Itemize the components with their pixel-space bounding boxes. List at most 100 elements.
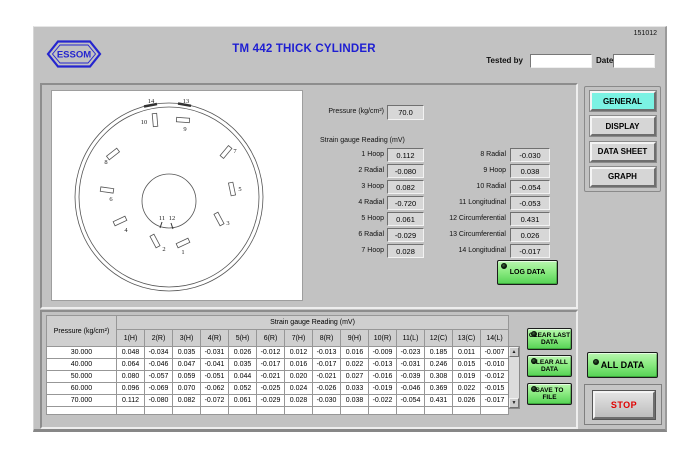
pressure-value: 70.0 xyxy=(387,105,424,120)
log-data-label: LOG DATA xyxy=(510,269,546,276)
table-row: 40.0000.064-0.0460.047-0.0410.035-0.0170… xyxy=(47,359,509,371)
gauge-label-5: 5 xyxy=(238,186,241,193)
empty-cell xyxy=(453,407,481,415)
value-cell: -0.019 xyxy=(369,383,397,395)
value-cell: -0.025 xyxy=(257,383,285,395)
value-cell: 0.246 xyxy=(425,359,453,371)
nav-button-graph[interactable]: GRAPH xyxy=(590,167,656,187)
strain-section-title: Strain gauge Reading (mV) xyxy=(320,137,405,144)
column-header: 3(H) xyxy=(173,330,201,347)
table-row: 30.0000.048-0.0340.035-0.0310.026-0.0120… xyxy=(47,347,509,359)
scroll-down-button[interactable]: ▼ xyxy=(509,398,519,408)
log-data-led-icon xyxy=(501,263,507,269)
date-input[interactable] xyxy=(613,54,655,68)
gauge-label-8: 8 xyxy=(104,159,107,166)
value-cell: 0.020 xyxy=(285,371,313,383)
value-cell: 0.044 xyxy=(229,371,257,383)
empty-cell xyxy=(285,407,313,415)
value-cell: -0.016 xyxy=(369,371,397,383)
reading-label: 7 Hoop xyxy=(280,247,384,259)
value-cell: 0.082 xyxy=(173,395,201,407)
table-empty-row xyxy=(47,407,509,415)
value-cell: 0.022 xyxy=(341,359,369,371)
value-cell: -0.022 xyxy=(369,395,397,407)
empty-cell xyxy=(369,407,397,415)
reading-value: -0.030 xyxy=(510,148,550,162)
value-cell: -0.039 xyxy=(397,371,425,383)
reading-label: 4 Radial xyxy=(280,199,384,211)
tested-by-input[interactable] xyxy=(530,54,592,68)
reading-label: 9 Hoop xyxy=(382,167,506,179)
reading-label: 3 Hoop xyxy=(280,183,384,195)
all-data-button[interactable]: ALL DATA xyxy=(587,352,658,378)
column-header: 1(H) xyxy=(117,330,145,347)
stop-button[interactable]: STOP xyxy=(593,391,655,419)
reading-label: 11 Longitudinal xyxy=(382,199,506,211)
pressure-column-header: Pressure (kg/cm²) xyxy=(47,316,117,347)
value-cell: -0.012 xyxy=(257,347,285,359)
reading-label: 1 Hoop xyxy=(280,151,384,163)
table-row: 50.0000.080-0.0570.059-0.0510.044-0.0210… xyxy=(47,371,509,383)
value-cell: -0.046 xyxy=(397,383,425,395)
value-cell: -0.013 xyxy=(313,347,341,359)
empty-cell xyxy=(425,407,453,415)
column-header: 7(H) xyxy=(285,330,313,347)
pressure-cell: 40.000 xyxy=(47,359,117,371)
empty-cell xyxy=(117,407,145,415)
value-cell: 0.064 xyxy=(117,359,145,371)
cylinder-diagram-svg: 1234567891011121314 xyxy=(52,91,302,300)
tested-by-label: Tested by xyxy=(471,56,523,65)
clear-last-data-led-icon xyxy=(531,331,537,337)
pressure-cell: 30.000 xyxy=(47,347,117,359)
value-cell: -0.013 xyxy=(369,359,397,371)
value-cell: -0.041 xyxy=(201,359,229,371)
gauge-label-9: 9 xyxy=(183,126,186,133)
gauge-label-11: 11 xyxy=(159,215,165,222)
column-header: 12(C) xyxy=(425,330,453,347)
nav-button-display[interactable]: DISPLAY xyxy=(590,116,656,136)
value-cell: -0.007 xyxy=(481,347,509,359)
date-label: Date xyxy=(596,56,614,65)
empty-cell xyxy=(481,407,509,415)
value-cell: 0.033 xyxy=(341,383,369,395)
gauge-label-14: 14 xyxy=(148,98,155,105)
all-data-label: ALL DATA xyxy=(601,360,645,370)
value-cell: 0.080 xyxy=(117,371,145,383)
value-cell: 0.022 xyxy=(453,383,481,395)
value-cell: -0.072 xyxy=(201,395,229,407)
pressure-cell: 60.000 xyxy=(47,383,117,395)
value-cell: -0.017 xyxy=(257,359,285,371)
table-scrollbar[interactable]: ▲ ▼ xyxy=(508,346,520,409)
clear-all-data-button[interactable]: CLEAR ALLDATA xyxy=(527,355,572,377)
value-cell: 0.035 xyxy=(173,347,201,359)
column-header: 2(R) xyxy=(145,330,173,347)
value-cell: -0.051 xyxy=(201,371,229,383)
table-head: Pressure (kg/cm²)Strain gauge Reading (m… xyxy=(47,316,509,347)
value-cell: -0.030 xyxy=(313,395,341,407)
value-cell: 0.027 xyxy=(341,371,369,383)
reading-value: -0.054 xyxy=(510,180,550,194)
log-data-button[interactable]: LOG DATA xyxy=(497,260,558,285)
value-cell: -0.029 xyxy=(257,395,285,407)
reading-label: 12 Circumferential xyxy=(382,215,506,227)
all-data-led-icon xyxy=(593,359,599,365)
value-cell: -0.031 xyxy=(397,359,425,371)
data-table: Pressure (kg/cm²)Strain gauge Reading (m… xyxy=(46,315,509,415)
gauge-label-12: 12 xyxy=(169,215,176,222)
value-cell: 0.185 xyxy=(425,347,453,359)
clear-last-data-button[interactable]: CLEAR LASTDATA xyxy=(527,328,572,350)
reading-label: 5 Hoop xyxy=(280,215,384,227)
nav-button-general[interactable]: GENERAL xyxy=(590,91,656,111)
nav-button-data-sheet[interactable]: DATA SHEET xyxy=(590,142,656,162)
value-cell: 0.070 xyxy=(173,383,201,395)
clear-all-data-led-icon xyxy=(531,358,537,364)
value-cell: 0.019 xyxy=(453,371,481,383)
scroll-up-button[interactable]: ▲ xyxy=(509,347,519,357)
table-panel: Pressure (kg/cm²)Strain gauge Reading (m… xyxy=(40,310,578,429)
reading-label: 14 Longitudinal xyxy=(382,247,506,259)
empty-cell xyxy=(229,407,257,415)
serial-number: 151012 xyxy=(634,30,657,37)
save-to-file-button[interactable]: SAVE TO FILE xyxy=(527,383,572,405)
value-cell: 0.048 xyxy=(117,347,145,359)
empty-cell xyxy=(341,407,369,415)
